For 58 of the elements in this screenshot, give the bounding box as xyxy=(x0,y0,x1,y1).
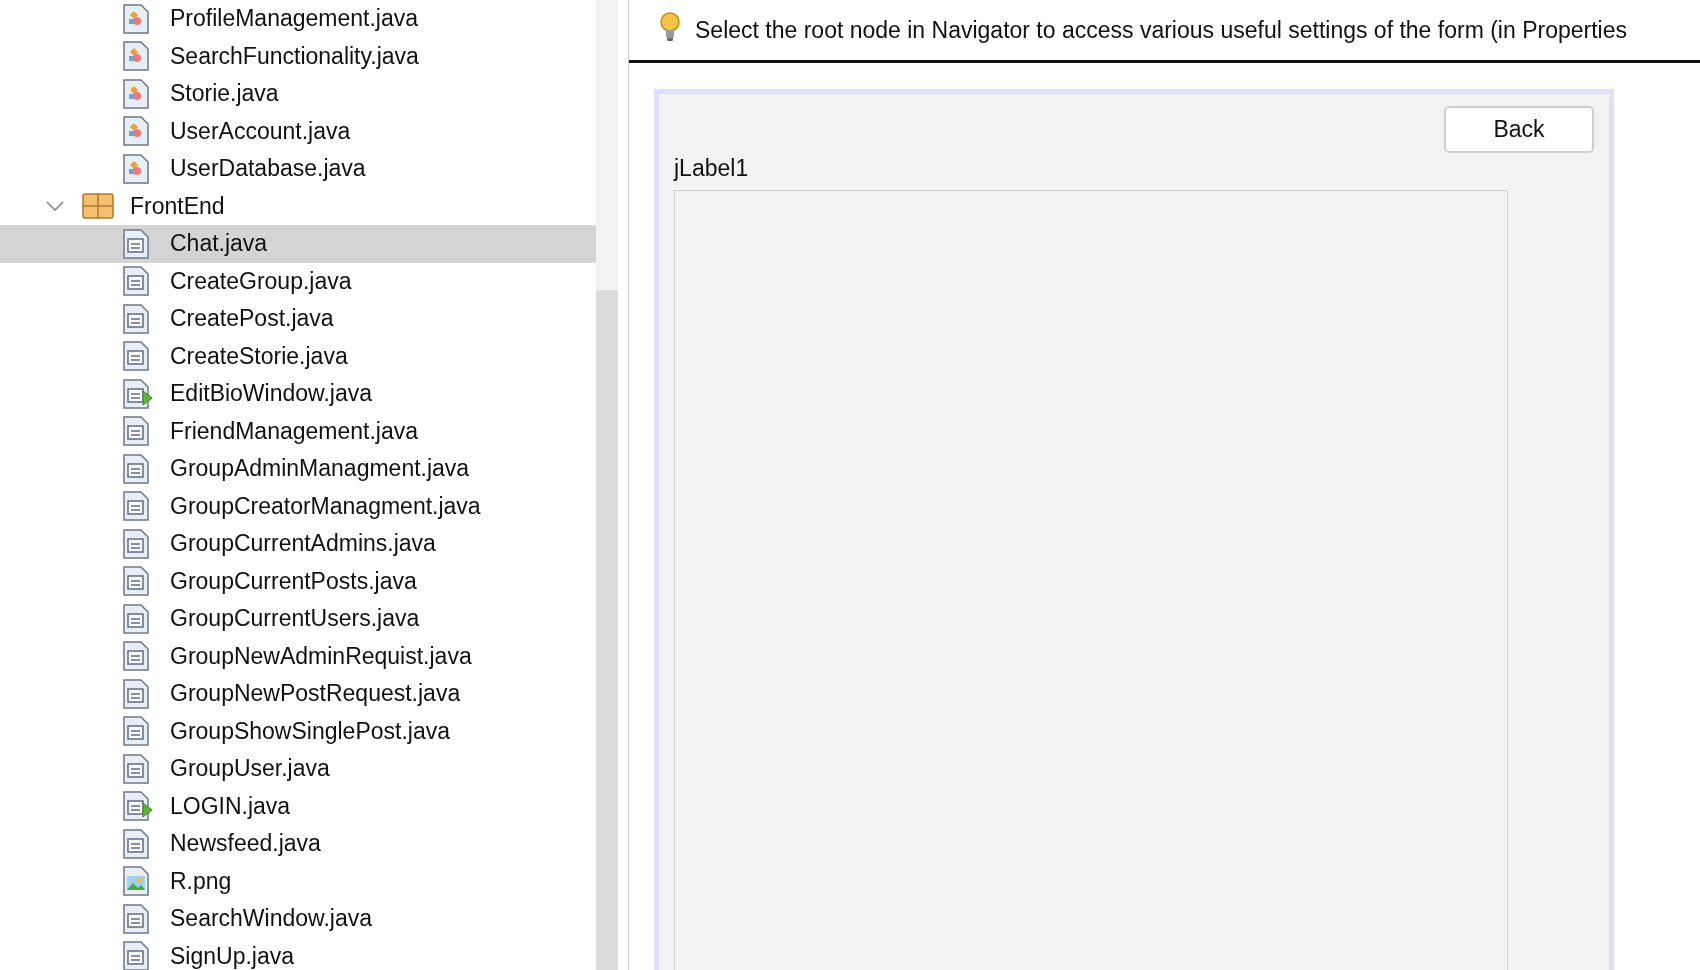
form-file-icon xyxy=(122,228,150,259)
tree-item[interactable]: R.png xyxy=(0,862,596,900)
tree-item[interactable]: Chat.java xyxy=(0,225,596,263)
tree-item[interactable]: GroupNewAdminRequist.java xyxy=(0,637,596,675)
form-file-icon xyxy=(122,753,150,784)
hint-text: Select the root node in Navigator to access various useful settings of the form (in Properties xyxy=(695,16,1627,44)
form-file-icon xyxy=(122,903,150,934)
tree-item[interactable]: CreateStorie.java xyxy=(0,337,596,375)
tree-item[interactable]: SearchWindow.java xyxy=(0,900,596,938)
class-file-icon xyxy=(122,78,150,109)
scrollbar[interactable] xyxy=(596,0,618,970)
tree-item[interactable]: UserAccount.java xyxy=(0,112,596,150)
tree-item[interactable]: FriendManagement.java xyxy=(0,412,596,450)
tree-item[interactable]: LOGIN.java xyxy=(0,787,596,825)
form-file-icon xyxy=(122,828,150,859)
tree-item[interactable]: GroupCurrentAdmins.java xyxy=(0,525,596,563)
form-file-icon xyxy=(122,266,150,297)
tree-item[interactable]: GroupCurrentUsers.java xyxy=(0,600,596,638)
class-file-icon xyxy=(122,153,150,184)
form-file-icon xyxy=(122,303,150,334)
class-file-icon xyxy=(122,116,150,147)
form-file-icon xyxy=(122,453,150,484)
form-file-icon xyxy=(122,678,150,709)
tree-item[interactable]: GroupNewPostRequest.java xyxy=(0,675,596,713)
back-button[interactable]: Back xyxy=(1444,106,1594,153)
label-text: jLabel1 xyxy=(674,155,749,182)
form-file-icon xyxy=(122,641,150,672)
form-file-icon xyxy=(122,491,150,522)
tree-item[interactable]: GroupShowSinglePost.java xyxy=(0,712,596,750)
tree-item[interactable]: UserDatabase.java xyxy=(0,150,596,188)
chevron-down-icon[interactable] xyxy=(46,200,64,213)
tree-item[interactable]: ProfileManagement.java xyxy=(0,0,596,38)
tree-item[interactable]: GroupAdminManagment.java xyxy=(0,450,596,488)
tree-item[interactable]: FrontEnd xyxy=(0,187,596,225)
tree-item[interactable]: CreateGroup.java xyxy=(0,262,596,300)
tree-item[interactable]: GroupCurrentPosts.java xyxy=(0,562,596,600)
tree-item[interactable]: Newsfeed.java xyxy=(0,825,596,863)
tree-item[interactable]: Storie.java xyxy=(0,75,596,113)
tree-item[interactable]: GroupCreatorManagment.java xyxy=(0,487,596,525)
tree-item[interactable]: SearchFunctionality.java xyxy=(0,37,596,75)
form-file-icon xyxy=(122,341,150,372)
class-file-icon xyxy=(122,41,150,72)
form-file-icon xyxy=(122,941,150,970)
form-file-icon xyxy=(122,566,150,597)
lightbulb-icon xyxy=(659,11,681,43)
runnable-form-icon xyxy=(122,378,154,409)
tree-item[interactable]: SignUp.java xyxy=(0,937,596,970)
runnable-form-icon xyxy=(122,791,154,822)
tree-item[interactable]: EditBioWindow.java xyxy=(0,375,596,413)
form-file-icon xyxy=(122,416,150,447)
tree-item[interactable]: GroupUser.java xyxy=(0,750,596,788)
form-file-icon xyxy=(122,716,150,747)
image-file-icon xyxy=(122,866,150,897)
tree-item[interactable]: CreatePost.java xyxy=(0,300,596,338)
class-file-icon xyxy=(122,3,150,34)
package-icon xyxy=(82,192,114,221)
form-file-icon xyxy=(122,603,150,634)
form-file-icon xyxy=(122,528,150,559)
